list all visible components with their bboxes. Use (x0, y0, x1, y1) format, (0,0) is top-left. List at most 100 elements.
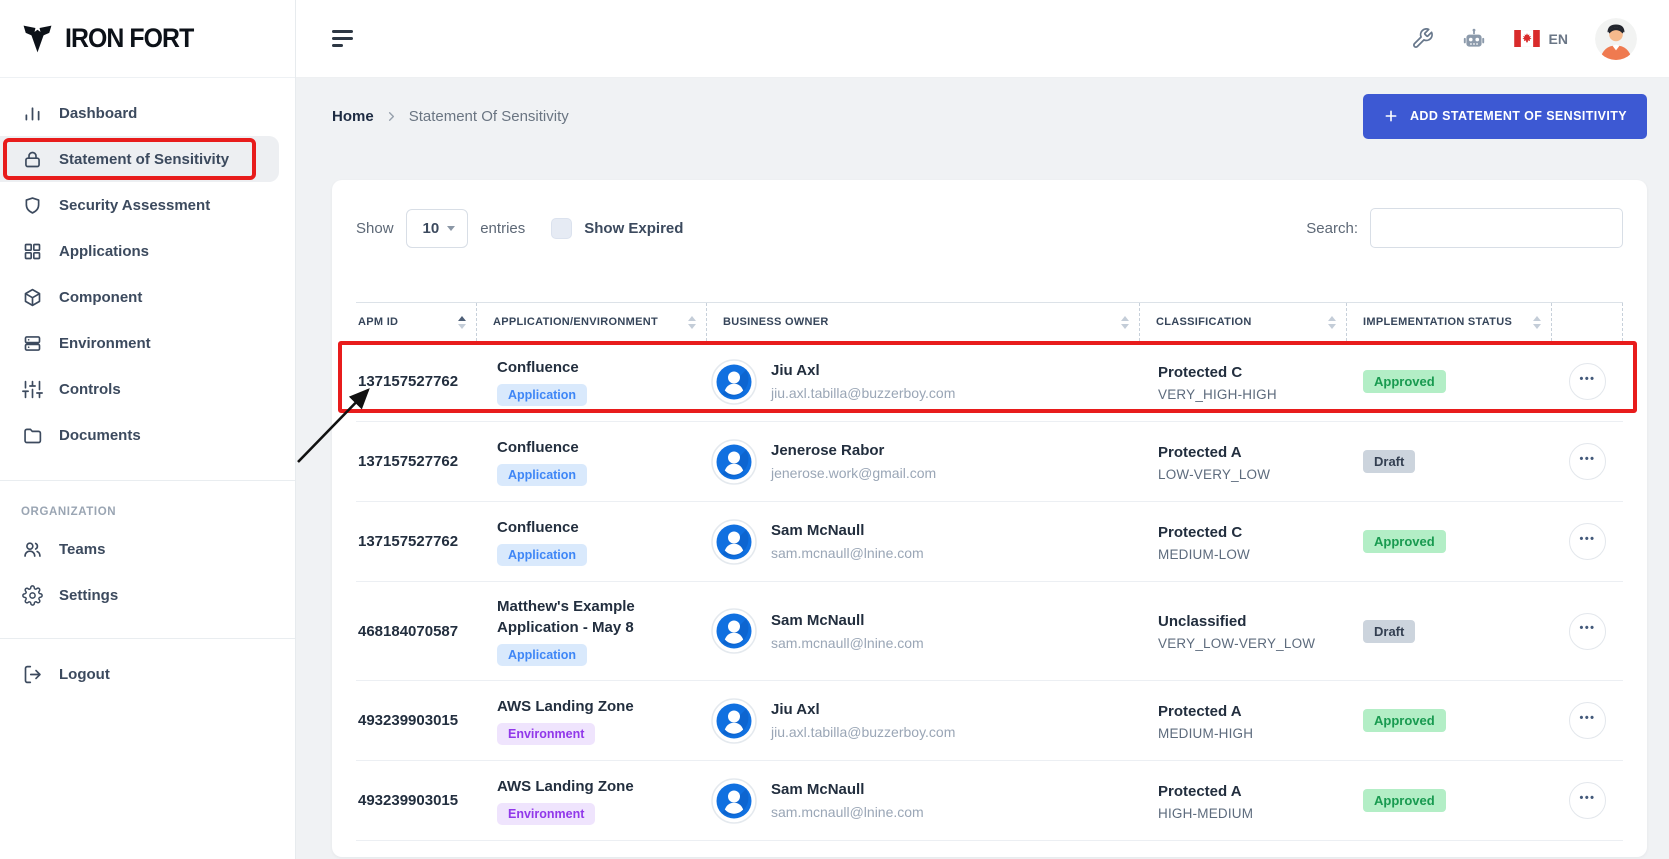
assistant-bot-button[interactable] (1461, 26, 1487, 52)
add-statement-of-sensitivity-button[interactable]: ADD STATEMENT OF SENSITIVITY (1363, 94, 1647, 139)
classification-level: VERY_LOW-VERY_LOW (1158, 636, 1347, 651)
breadcrumb-current: Statement Of Sensitivity (409, 108, 569, 125)
sidebar-item-component[interactable]: Component (0, 274, 279, 320)
classification-name: Protected A (1158, 442, 1347, 463)
sidebar-item-controls[interactable]: Controls (0, 366, 279, 412)
sidebar-item-applications[interactable]: Applications (0, 228, 279, 274)
ellipsis-icon: ••• (1579, 793, 1595, 804)
classification-level: LOW-VERY_LOW (1158, 467, 1347, 482)
application-cell: Confluence Application (477, 357, 707, 406)
folder-icon (22, 425, 43, 446)
sidebar-item-teams[interactable]: Teams (0, 526, 279, 572)
application-name: AWS Landing Zone (497, 696, 672, 717)
sidebar-item-label: Applications (59, 243, 149, 260)
server-icon (22, 333, 43, 354)
actions-cell: ••• (1552, 523, 1623, 560)
sidebar-item-label: Controls (59, 381, 121, 398)
row-actions-button[interactable]: ••• (1569, 523, 1606, 560)
sidebar-item-security-assessment[interactable]: Security Assessment (0, 182, 279, 228)
search-label: Search: (1306, 220, 1358, 237)
sidebar: IRON FORT Dashboard Statement of Sensiti… (0, 0, 296, 859)
classification-name: Protected C (1158, 362, 1347, 383)
actions-cell: ••• (1552, 702, 1623, 739)
row-actions-button[interactable]: ••• (1569, 702, 1606, 739)
robot-icon (1461, 26, 1487, 52)
logout-icon (22, 664, 43, 685)
owner-email: jiu.axl.tabilla@buzzerboy.com (771, 722, 955, 742)
menu-toggle-icon[interactable] (332, 30, 356, 46)
row-actions-button[interactable]: ••• (1569, 363, 1606, 400)
breadcrumb-home-link[interactable]: Home (332, 108, 374, 125)
business-owner-cell: Jiu Axl jiu.axl.tabilla@buzzerboy.com (707, 698, 1140, 744)
canada-flag-icon (1514, 30, 1540, 47)
sidebar-item-environment[interactable]: Environment (0, 320, 279, 366)
status-badge: Draft (1363, 450, 1415, 473)
language-switcher[interactable]: EN (1514, 30, 1568, 47)
table-row: 468184070587 Matthew's Example Applicati… (356, 582, 1623, 681)
classification-level: MEDIUM-HIGH (1158, 726, 1347, 741)
actions-cell: ••• (1552, 363, 1623, 400)
classification-level: MEDIUM-LOW (1158, 547, 1347, 562)
status-badge: Approved (1363, 709, 1446, 732)
owner-name: Jiu Axl (771, 360, 955, 381)
lock-icon (22, 149, 43, 170)
table-row: 493239903015 AWS Landing Zone Environmen… (356, 681, 1623, 761)
column-header-implementation-status[interactable]: IMPLEMENTATION STATUS (1347, 303, 1552, 341)
business-owner-cell: Jiu Axl jiu.axl.tabilla@buzzerboy.com (707, 359, 1140, 405)
sidebar-item-statement-of-sensitivity[interactable]: Statement of Sensitivity (0, 136, 279, 182)
column-header-classification[interactable]: CLASSIFICATION (1140, 303, 1347, 341)
sidebar-item-settings[interactable]: Settings (0, 572, 279, 618)
row-actions-button[interactable]: ••• (1569, 443, 1606, 480)
column-header-application-environment[interactable]: APPLICATION/ENVIRONMENT (477, 303, 707, 341)
owner-name: Jiu Axl (771, 699, 955, 720)
classification-cell: Protected C VERY_HIGH-HIGH (1140, 362, 1347, 402)
sidebar-item-dashboard[interactable]: Dashboard (0, 90, 279, 136)
ellipsis-icon: ••• (1579, 374, 1595, 385)
row-actions-button[interactable]: ••• (1569, 613, 1606, 650)
application-name: Confluence (497, 437, 672, 458)
implementation-status-cell: Approved (1347, 709, 1552, 732)
application-name: Matthew's Example Application - May 8 (497, 596, 672, 638)
topbar: EN (296, 0, 1669, 78)
statements-table-card: Show 10 entries Show Expired Search: APM… (332, 180, 1647, 857)
column-header-business-owner[interactable]: BUSINESS OWNER (707, 303, 1140, 341)
ellipsis-icon: ••• (1579, 454, 1595, 465)
apm-id-cell: 493239903015 (356, 712, 477, 729)
classification-cell: Protected A HIGH-MEDIUM (1140, 781, 1347, 821)
owner-avatar (711, 608, 757, 654)
table-body: 137157527762 Confluence Application Jiu … (332, 342, 1647, 841)
owner-avatar (711, 698, 757, 744)
sidebar-item-logout[interactable]: Logout (0, 651, 279, 697)
user-avatar[interactable] (1595, 18, 1637, 60)
row-actions-button[interactable]: ••• (1569, 782, 1606, 819)
sidebar-item-label: Teams (59, 541, 105, 558)
implementation-status-cell: Approved (1347, 530, 1552, 553)
search-input[interactable] (1370, 208, 1623, 248)
ellipsis-icon: ••• (1579, 534, 1595, 545)
page-size-select[interactable]: 10 (406, 209, 469, 248)
show-expired-checkbox[interactable] (551, 218, 572, 239)
status-badge: Draft (1363, 620, 1415, 643)
implementation-status-cell: Draft (1347, 450, 1552, 473)
classification-level: HIGH-MEDIUM (1158, 806, 1347, 821)
actions-cell: ••• (1552, 613, 1623, 650)
business-owner-cell: Sam McNaull sam.mcnaull@lnine.com (707, 608, 1140, 654)
table-row: 137157527762 Confluence Application Jene… (356, 422, 1623, 502)
sidebar-item-documents[interactable]: Documents (0, 412, 279, 458)
apm-id-cell: 493239903015 (356, 792, 477, 809)
brand-name: IRON FORT (65, 23, 193, 54)
language-code: EN (1549, 31, 1568, 47)
application-cell: AWS Landing Zone Environment (477, 696, 707, 745)
application-name: Confluence (497, 517, 672, 538)
organization-section-label: ORGANIZATION (0, 481, 295, 526)
table-row: 137157527762 Confluence Application Sam … (356, 502, 1623, 582)
apm-id-cell: 137157527762 (356, 373, 477, 390)
plus-icon (1383, 108, 1399, 124)
brand: IRON FORT (0, 0, 295, 78)
application-type-badge: Environment (497, 723, 595, 745)
search-area: Search: (1306, 208, 1623, 248)
wrench-icon (1411, 27, 1434, 50)
tools-button[interactable] (1411, 27, 1434, 50)
entries-label: entries (480, 220, 525, 237)
column-header-apm-id[interactable]: APM ID (356, 303, 477, 341)
